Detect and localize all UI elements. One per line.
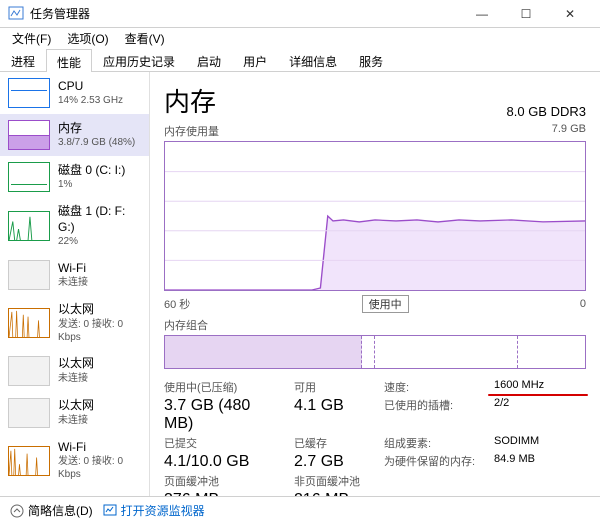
menu-options[interactable]: 选项(O): [61, 28, 114, 49]
maximize-button[interactable]: ☐: [504, 0, 548, 28]
detail-title: 内存: [164, 82, 216, 119]
hw-reserved-value: 84.9 MB: [494, 453, 584, 471]
chart-x-right: 0: [580, 298, 586, 310]
paged-label: 页面缓冲池: [164, 473, 284, 489]
form-label: 组成要素:: [384, 435, 484, 451]
disk-thumb-icon: [8, 211, 50, 241]
speed-value: 1600 MHz: [494, 379, 584, 395]
wifi-thumb-icon: [8, 446, 50, 476]
sidebar-item-wifi[interactable]: Wi-Fi发送: 0 接收: 0 Kbps: [0, 434, 149, 488]
tab-services[interactable]: 服务: [348, 48, 394, 71]
tab-app-history[interactable]: 应用历史记录: [92, 48, 186, 71]
chart-y-label: 内存使用量: [164, 123, 219, 139]
resource-monitor-icon: [103, 504, 117, 518]
compo-modified: [362, 336, 375, 368]
memory-composition-chart: [164, 335, 586, 369]
slots-label: 已使用的插槽:: [384, 397, 484, 433]
sidebar-item-label: 内存: [58, 121, 135, 137]
menu-file[interactable]: 文件(F): [6, 28, 57, 49]
hw-reserved-label: 为硬件保留的内存:: [384, 453, 484, 471]
tab-users[interactable]: 用户: [232, 48, 278, 71]
memory-usage-chart: [164, 141, 586, 291]
chevron-up-circle-icon: [10, 504, 24, 518]
sidebar-item-label: 以太网: [58, 398, 94, 414]
committed-label: 已提交: [164, 435, 284, 451]
wifi-thumb-icon: [8, 260, 50, 290]
tab-performance[interactable]: 性能: [46, 49, 92, 72]
sidebar: CPU14% 2.53 GHz 内存3.8/7.9 GB (48%) 磁盘 0 …: [0, 72, 150, 496]
minimize-button[interactable]: —: [460, 0, 504, 28]
composition-label: 内存组合: [164, 317, 586, 333]
detail-pane: 内存 8.0 GB DDR3 内存使用量 7.9 GB 60 秒 使用中 0 内…: [150, 72, 600, 496]
sidebar-item-sub: 3.8/7.9 GB (48%): [58, 136, 135, 149]
sidebar-item-label: 磁盘 0 (C: I:): [58, 163, 125, 179]
disk-thumb-icon: [8, 162, 50, 192]
memory-thumb-icon: [8, 120, 50, 150]
window-title: 任务管理器: [30, 5, 460, 22]
sidebar-item-disk1[interactable]: 磁盘 1 (D: F: G:)22%: [0, 198, 149, 254]
sidebar-item-ethernet-dc[interactable]: 以太网未连接: [0, 350, 149, 392]
sidebar-item-cpu[interactable]: CPU14% 2.53 GHz: [0, 72, 149, 114]
ethernet-thumb-icon: [8, 356, 50, 386]
in-use-label: 使用中(已压缩): [164, 379, 284, 395]
compo-free: [518, 336, 585, 368]
titlebar: 任务管理器 — ☐ ✕: [0, 0, 600, 28]
paged-value: 376 MB: [164, 491, 284, 496]
avail-value: 4.1 GB: [294, 397, 374, 433]
committed-value: 4.1/10.0 GB: [164, 453, 284, 471]
detail-spec: 8.0 GB DDR3: [507, 104, 586, 119]
sidebar-item-sub: 发送: 0 接收: 0 Kbps: [58, 318, 141, 344]
form-value: SODIMM: [494, 435, 584, 451]
menubar: 文件(F) 选项(O) 查看(V): [0, 28, 600, 48]
cached-label: 已缓存: [294, 435, 374, 451]
sidebar-item-sub: 1%: [58, 178, 125, 191]
sidebar-item-label: CPU: [58, 79, 123, 95]
sidebar-item-ethernet[interactable]: 以太网发送: 0 接收: 0 Kbps: [0, 296, 149, 350]
slots-value: 2/2: [494, 397, 584, 433]
ethernet-thumb-icon: [8, 308, 50, 338]
compo-standby: [375, 336, 518, 368]
sidebar-item-label: Wi-Fi: [58, 440, 141, 456]
app-icon: [8, 6, 24, 22]
compo-in-use: [165, 336, 362, 368]
menu-view[interactable]: 查看(V): [119, 28, 171, 49]
sidebar-item-wifi-dc[interactable]: Wi-Fi未连接: [0, 254, 149, 296]
tab-processes[interactable]: 进程: [0, 48, 46, 71]
sidebar-item-label: Wi-Fi: [58, 261, 88, 277]
sidebar-item-sub: 未连接: [58, 372, 94, 385]
sidebar-item-label: 以太网: [58, 302, 141, 318]
chart-x-left: 60 秒: [164, 296, 190, 312]
avail-label: 可用: [294, 379, 374, 395]
nonpaged-value: 216 MB: [294, 491, 374, 496]
sidebar-item-sub: 22%: [58, 235, 141, 248]
ethernet-thumb-icon: [8, 398, 50, 428]
chart-used-button[interactable]: 使用中: [362, 295, 409, 313]
tab-startup[interactable]: 启动: [186, 48, 232, 71]
nonpaged-label: 非页面缓冲池: [294, 473, 374, 489]
in-use-value: 3.7 GB (480 MB): [164, 397, 284, 433]
sidebar-item-ethernet-dc2[interactable]: 以太网未连接: [0, 392, 149, 434]
sidebar-item-sub: 未连接: [58, 276, 88, 289]
open-resource-monitor-link[interactable]: 打开资源监视器: [103, 502, 205, 519]
sidebar-item-sub: 发送: 0 接收: 0 Kbps: [58, 455, 141, 481]
sidebar-item-label: 以太网: [58, 356, 94, 372]
tabs: 进程 性能 应用历史记录 启动 用户 详细信息 服务: [0, 48, 600, 72]
cached-value: 2.7 GB: [294, 453, 374, 471]
bottombar: 简略信息(D) 打开资源监视器: [0, 496, 600, 524]
sidebar-item-disk0[interactable]: 磁盘 0 (C: I:)1%: [0, 156, 149, 198]
open-resource-monitor-label: 打开资源监视器: [121, 502, 205, 519]
stats-grid: 使用中(已压缩) 可用 速度: 1600 MHz 3.7 GB (480 MB)…: [164, 379, 586, 496]
fewer-details-label: 简略信息(D): [28, 502, 93, 519]
speed-label: 速度:: [384, 379, 484, 395]
sidebar-item-sub: 14% 2.53 GHz: [58, 94, 123, 107]
chart-y-max: 7.9 GB: [552, 123, 586, 139]
cpu-thumb-icon: [8, 78, 50, 108]
fewer-details-button[interactable]: 简略信息(D): [10, 502, 93, 519]
tab-details[interactable]: 详细信息: [278, 48, 348, 71]
sidebar-item-memory[interactable]: 内存3.8/7.9 GB (48%): [0, 114, 149, 156]
sidebar-item-label: 磁盘 1 (D: F: G:): [58, 204, 141, 235]
close-button[interactable]: ✕: [548, 0, 592, 28]
sidebar-item-sub: 未连接: [58, 414, 94, 427]
